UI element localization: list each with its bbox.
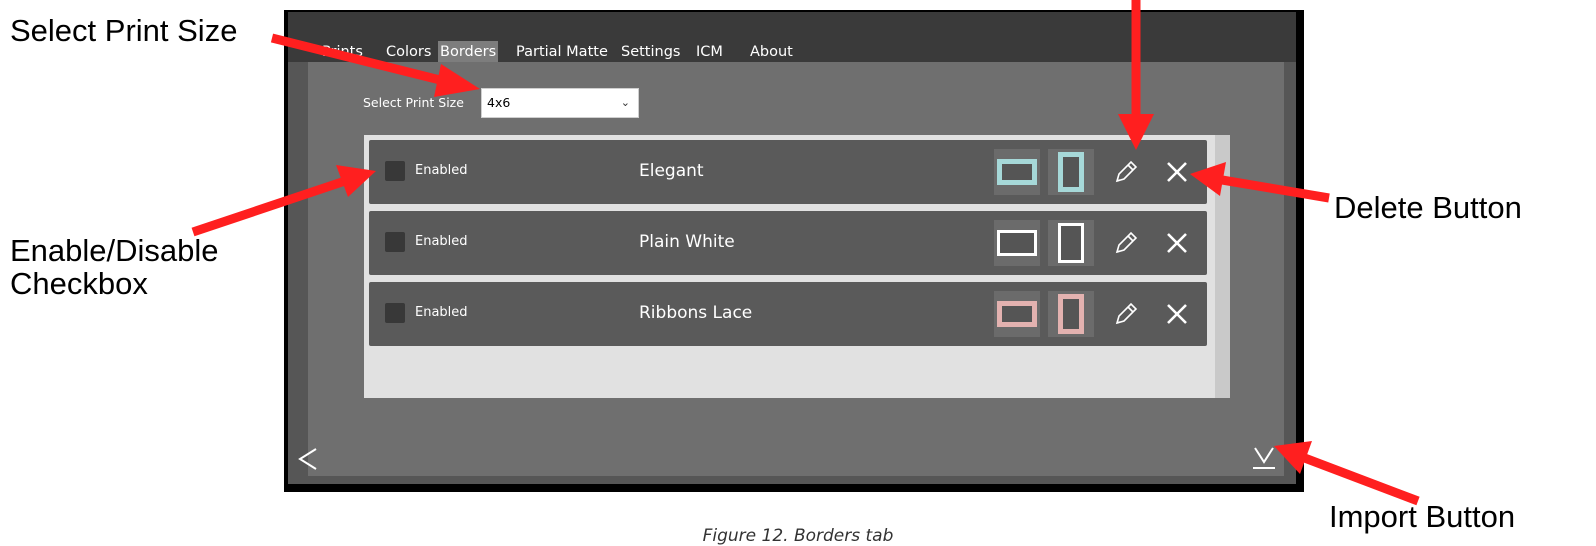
annotation-line: Enable/Disable xyxy=(10,233,219,268)
border-row: Enabled Ribbons Lace xyxy=(369,282,1207,346)
scrollbar[interactable] xyxy=(1215,135,1230,398)
close-icon[interactable] xyxy=(1159,154,1195,190)
portrait-thumbnail[interactable] xyxy=(1048,291,1094,337)
print-size-label: Select Print Size xyxy=(363,95,464,110)
tab-settings[interactable]: Settings xyxy=(621,41,680,63)
tab-borders[interactable]: Borders xyxy=(438,41,499,63)
chevron-left-icon[interactable] xyxy=(294,442,322,476)
annotation-select-print-size: Select Print Size xyxy=(10,13,238,48)
border-row: Enabled Plain White xyxy=(369,211,1207,275)
close-icon[interactable] xyxy=(1159,296,1195,332)
app-window: Prints Colors Borders Partial Matte Sett… xyxy=(284,10,1304,492)
enabled-label: Enabled xyxy=(415,305,468,320)
border-row: Enabled Elegant xyxy=(369,140,1207,204)
landscape-thumbnail[interactable] xyxy=(994,149,1040,195)
chevron-down-icon: ⌄ xyxy=(620,96,630,109)
border-name: Ribbons Lace xyxy=(639,303,753,323)
enabled-label: Enabled xyxy=(415,163,468,178)
borders-panel: Select Print Size 4x6 ⌄ Enabled Elegant xyxy=(308,62,1284,476)
annotation-enable-disable-checkbox: Enable/Disable Checkbox xyxy=(10,234,219,301)
enabled-label: Enabled xyxy=(415,234,468,249)
close-icon[interactable] xyxy=(1159,225,1195,261)
download-icon[interactable] xyxy=(1248,440,1280,474)
tab-bar: Prints Colors Borders Partial Matte Sett… xyxy=(288,12,1296,63)
pencil-icon[interactable] xyxy=(1107,296,1143,332)
pencil-icon[interactable] xyxy=(1107,154,1143,190)
print-size-value: 4x6 xyxy=(487,95,511,110)
enable-checkbox[interactable] xyxy=(385,161,405,181)
enable-checkbox[interactable] xyxy=(385,232,405,252)
border-name: Plain White xyxy=(639,232,735,252)
tab-icm[interactable]: ICM xyxy=(696,41,723,63)
border-name: Elegant xyxy=(639,161,704,181)
enable-checkbox[interactable] xyxy=(385,303,405,323)
landscape-thumbnail[interactable] xyxy=(994,291,1040,337)
border-list: Enabled Elegant Enabled Plain White Enab… xyxy=(364,135,1230,398)
portrait-thumbnail[interactable] xyxy=(1048,220,1094,266)
pencil-icon[interactable] xyxy=(1107,225,1143,261)
tab-partial-matte[interactable]: Partial Matte xyxy=(516,41,608,63)
portrait-thumbnail[interactable] xyxy=(1048,149,1094,195)
figure-caption: Figure 12. Borders tab xyxy=(702,526,894,546)
annotation-delete-button: Delete Button xyxy=(1334,190,1522,225)
print-size-select[interactable]: 4x6 ⌄ xyxy=(481,88,639,118)
tab-prints[interactable]: Prints xyxy=(322,41,363,63)
tab-colors[interactable]: Colors xyxy=(386,41,431,63)
tab-about[interactable]: About xyxy=(750,41,793,63)
landscape-thumbnail[interactable] xyxy=(994,220,1040,266)
app-body: Prints Colors Borders Partial Matte Sett… xyxy=(288,12,1296,484)
annotation-line: Checkbox xyxy=(10,266,148,302)
